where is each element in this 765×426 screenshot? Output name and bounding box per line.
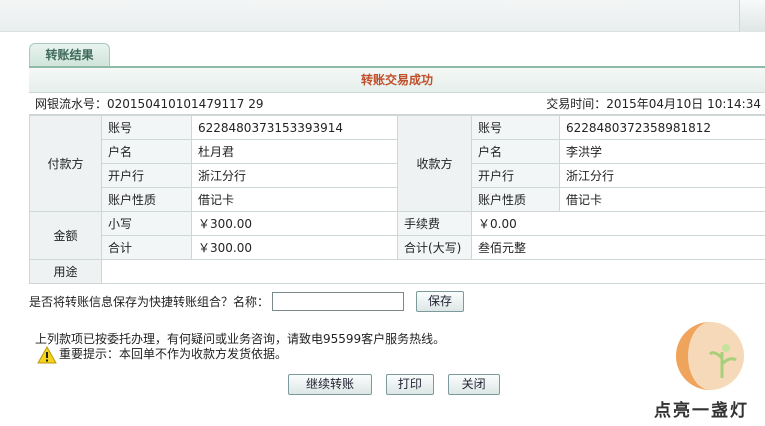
table-row: 开户行 浙江分行 开户行 浙江分行 bbox=[30, 163, 765, 188]
transaction-time: 交易时间：2015年04月10日 10:14:34 bbox=[546, 93, 761, 115]
payer-value: 6228480373153393914 bbox=[191, 115, 398, 140]
payer-label: 账号 bbox=[101, 115, 192, 140]
table-row: 户名 杜月君 户名 李洪学 bbox=[30, 139, 765, 164]
amount-small-value: ￥300.00 bbox=[191, 211, 398, 236]
action-buttons: 继续转账 打印 关闭 bbox=[288, 374, 510, 395]
total-big-value: 叁佰元整 bbox=[471, 235, 765, 260]
transaction-info-row: 网银流水号：020150410101479117 29 交易时间：2015年04… bbox=[29, 92, 765, 115]
payee-value: 浙江分行 bbox=[559, 163, 765, 188]
page-title: 转账交易成功 bbox=[29, 66, 765, 92]
fee-value: ￥0.00 bbox=[471, 211, 765, 236]
transfer-detail-table: 付款方 账号 6228480373153393914 收款方 账号 622848… bbox=[29, 115, 765, 284]
payer-label: 开户行 bbox=[101, 163, 192, 188]
total-label: 合计 bbox=[101, 235, 192, 260]
table-row: 付款方 账号 6228480373153393914 收款方 账号 622848… bbox=[29, 115, 765, 212]
time-value: 2015年04月10日 10:14:34 bbox=[606, 97, 761, 111]
save-combination-row: 是否将转账信息保存为快捷转账组合？名称： 保存 bbox=[29, 291, 465, 313]
print-button[interactable]: 打印 bbox=[385, 374, 434, 395]
payee-label: 户名 bbox=[471, 139, 560, 164]
save-prompt: 是否将转账信息保存为快捷转账组合？名称： bbox=[29, 295, 270, 309]
payer-value: 浙江分行 bbox=[191, 163, 398, 188]
combination-name-input[interactable] bbox=[272, 292, 405, 311]
payee-label: 开户行 bbox=[471, 163, 560, 188]
payer-value: 杜月君 bbox=[191, 139, 398, 164]
important-warning: 重要提示：本回单不作为收款方发货依据。 bbox=[37, 345, 287, 364]
payee-label: 账户性质 bbox=[471, 187, 560, 212]
amount-small-label: 小写 bbox=[101, 211, 192, 236]
top-bar bbox=[0, 0, 765, 32]
payee-value: 6228480372358981812 bbox=[559, 115, 765, 140]
serial-value: 020150410101479117 29 bbox=[107, 97, 264, 111]
payee-label: 账号 bbox=[471, 115, 560, 140]
total-big-label: 合计(大写) bbox=[397, 235, 472, 260]
watermark-text: 点亮一盏灯 bbox=[654, 401, 749, 421]
total-value: ￥300.00 bbox=[191, 235, 398, 260]
warning-icon bbox=[37, 345, 57, 363]
warning-text: 重要提示：本回单不作为收款方发货依据。 bbox=[59, 347, 288, 361]
fee-label: 手续费 bbox=[397, 211, 472, 236]
table-row: 合计 ￥300.00 合计(大写) 叁佰元整 bbox=[30, 235, 765, 260]
amount-heading: 金额 bbox=[29, 211, 102, 260]
scrollbar-corner[interactable] bbox=[739, 0, 765, 32]
close-button[interactable]: 关闭 bbox=[447, 374, 500, 395]
watermark-logo: 点亮一盏灯 bbox=[652, 320, 764, 426]
table-row: 用途 bbox=[29, 259, 765, 284]
lamp-icon bbox=[676, 322, 744, 390]
time-label: 交易时间： bbox=[546, 97, 607, 111]
serial-number: 网银流水号：020150410101479117 29 bbox=[35, 93, 264, 115]
tab-transfer-result[interactable]: 转账结果 bbox=[29, 43, 110, 67]
payee-value: 借记卡 bbox=[559, 187, 765, 212]
payee-value: 李洪学 bbox=[559, 139, 765, 164]
table-row: 账户性质 借记卡 账户性质 借记卡 bbox=[30, 187, 765, 212]
continue-transfer-button[interactable]: 继续转账 bbox=[288, 374, 372, 395]
payer-label: 账户性质 bbox=[101, 187, 192, 212]
save-button[interactable]: 保存 bbox=[416, 291, 465, 312]
purpose-value bbox=[101, 259, 765, 284]
payee-heading: 收款方 bbox=[397, 115, 472, 212]
payer-heading: 付款方 bbox=[29, 115, 102, 212]
payer-label: 户名 bbox=[101, 139, 192, 164]
purpose-heading: 用途 bbox=[29, 259, 102, 284]
table-row: 金额 小写 ￥300.00 手续费 ￥0.00 bbox=[29, 211, 765, 260]
payer-value: 借记卡 bbox=[191, 187, 398, 212]
serial-label: 网银流水号： bbox=[35, 97, 108, 111]
